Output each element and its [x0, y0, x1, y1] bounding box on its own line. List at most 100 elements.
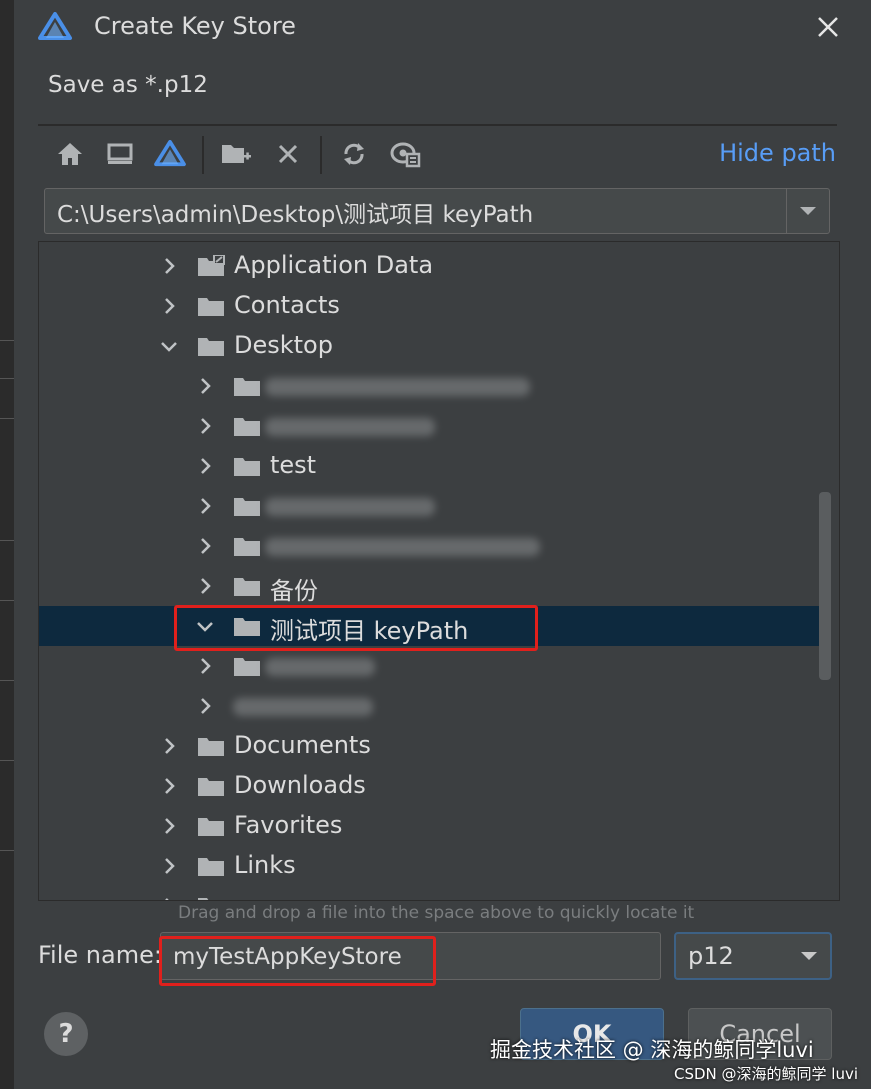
tree-row-backup[interactable]: 备份 [39, 566, 819, 606]
tree-row-downloads[interactable]: Downloads [39, 766, 819, 806]
tree-item-label: Downloads [234, 771, 366, 799]
tree-row-application-data[interactable]: Application Data [39, 246, 819, 286]
redacted-label [265, 658, 375, 676]
tree-scrollbar[interactable] [819, 492, 831, 680]
chevron-right-icon[interactable] [159, 896, 179, 901]
tree-item-label: Documents [234, 731, 371, 759]
save-hint: Save as *.p12 [48, 72, 208, 98]
tree-item-label: 备份 [270, 577, 318, 605]
hide-path-link[interactable]: Hide path [719, 139, 836, 167]
folder-icon [234, 458, 260, 476]
extension-select[interactable]: p12 [674, 932, 832, 980]
drag-drop-hint: Drag and drop a file into the space abov… [178, 903, 695, 923]
chevron-down-icon [800, 207, 816, 215]
tree-row-desktop[interactable]: Desktop [39, 326, 819, 366]
folder-icon [234, 618, 260, 636]
chevron-right-icon[interactable] [195, 496, 215, 516]
chevron-right-icon[interactable] [195, 576, 215, 596]
tree-item-label: Contacts [234, 291, 340, 319]
tree-row-documents[interactable]: Documents [39, 726, 819, 766]
path-dropdown-button[interactable] [786, 189, 829, 233]
watermark-juejin: 掘金技术社区 @ 深海的鲸同学luvi [490, 1038, 814, 1062]
title-bar: Create Key Store [14, 0, 871, 56]
chevron-right-icon[interactable] [159, 816, 179, 836]
tree-item-label: Application Data [234, 251, 434, 279]
refresh-icon[interactable] [336, 136, 372, 172]
tree-row-partial[interactable] [39, 886, 819, 901]
dialog-title: Create Key Store [94, 12, 296, 40]
tree-row-links[interactable]: Links [39, 846, 819, 886]
tree-row-favorites[interactable]: Favorites [39, 806, 819, 846]
file-name-label: File name: [38, 941, 162, 969]
folder-icon [198, 818, 224, 836]
file-name-input[interactable] [171, 933, 655, 981]
path-input[interactable] [55, 189, 779, 235]
tree-item-label: 测试项目 keyPath [270, 617, 469, 645]
tree-row-redacted[interactable] [39, 686, 819, 726]
folder-icon [234, 658, 260, 676]
tree-row-redacted[interactable] [39, 486, 819, 526]
tree-row-redacted[interactable] [39, 526, 819, 566]
app-logo-icon [38, 12, 72, 40]
folder-shortcut-icon [198, 898, 209, 900]
chevron-right-icon[interactable] [159, 856, 179, 876]
folder-icon [234, 538, 260, 556]
redacted-label [265, 538, 540, 556]
folder-icon [234, 378, 260, 396]
toolbar-separator [320, 136, 322, 174]
chevron-right-icon[interactable] [159, 736, 179, 756]
tree-row-redacted[interactable] [39, 646, 819, 686]
desktop-icon[interactable] [102, 136, 138, 172]
folder-icon [198, 858, 224, 876]
tree-item-label: test [270, 451, 317, 479]
tree-item-label: Desktop [234, 331, 333, 359]
chevron-down-icon [801, 952, 817, 960]
tree-row-contacts[interactable]: Contacts [39, 286, 819, 326]
folder-icon [198, 298, 224, 316]
new-folder-icon[interactable] [218, 136, 254, 172]
folder-icon [198, 338, 224, 356]
toolbar-separator [202, 136, 204, 174]
tree-row-test[interactable]: test [39, 446, 819, 486]
help-button[interactable]: ? [44, 1012, 88, 1056]
close-icon[interactable] [813, 12, 843, 42]
tree-row-selected-keypath[interactable]: 测试项目 keyPath [39, 606, 819, 646]
chevron-right-icon[interactable] [159, 296, 179, 316]
tree-item-label: Links [234, 851, 296, 879]
folder-icon [198, 738, 224, 756]
show-hidden-icon[interactable] [388, 136, 424, 172]
file-name-field[interactable] [160, 932, 661, 981]
folder-icon [234, 498, 260, 516]
path-combobox[interactable] [44, 188, 830, 235]
extension-value: p12 [688, 942, 734, 970]
file-tree[interactable]: Application Data Contacts Desktop test 备… [38, 241, 840, 901]
header-divider [38, 124, 837, 126]
chevron-right-icon[interactable] [195, 376, 215, 396]
folder-icon [234, 578, 260, 596]
home-icon[interactable] [52, 136, 88, 172]
delete-icon[interactable] [270, 136, 306, 172]
watermark-csdn: CSDN @深海的鲸同学 luvi [674, 1065, 859, 1083]
chevron-right-icon[interactable] [159, 256, 179, 276]
redacted-label [265, 378, 530, 396]
background-window-strip [0, 0, 14, 1089]
chevron-right-icon[interactable] [195, 656, 215, 676]
chevron-right-icon[interactable] [195, 416, 215, 436]
chevron-right-icon[interactable] [159, 776, 179, 796]
chevron-down-icon[interactable] [195, 616, 215, 636]
project-icon[interactable] [152, 136, 188, 172]
chevron-right-icon[interactable] [195, 536, 215, 556]
chevron-right-icon[interactable] [195, 456, 215, 476]
tree-item-label: Favorites [234, 811, 343, 839]
folder-icon [234, 418, 260, 436]
tree-row-redacted[interactable] [39, 366, 819, 406]
redacted-label [265, 418, 435, 436]
tree-row-redacted[interactable] [39, 406, 819, 446]
folder-shortcut-icon [198, 255, 225, 276]
chevron-down-icon[interactable] [159, 336, 179, 356]
redacted-label [265, 498, 435, 516]
create-key-store-dialog: Create Key Store Save as *.p12 Hide path… [14, 0, 871, 1089]
chevron-right-icon[interactable] [195, 696, 215, 716]
redacted-label [233, 698, 373, 716]
folder-icon [198, 778, 224, 796]
